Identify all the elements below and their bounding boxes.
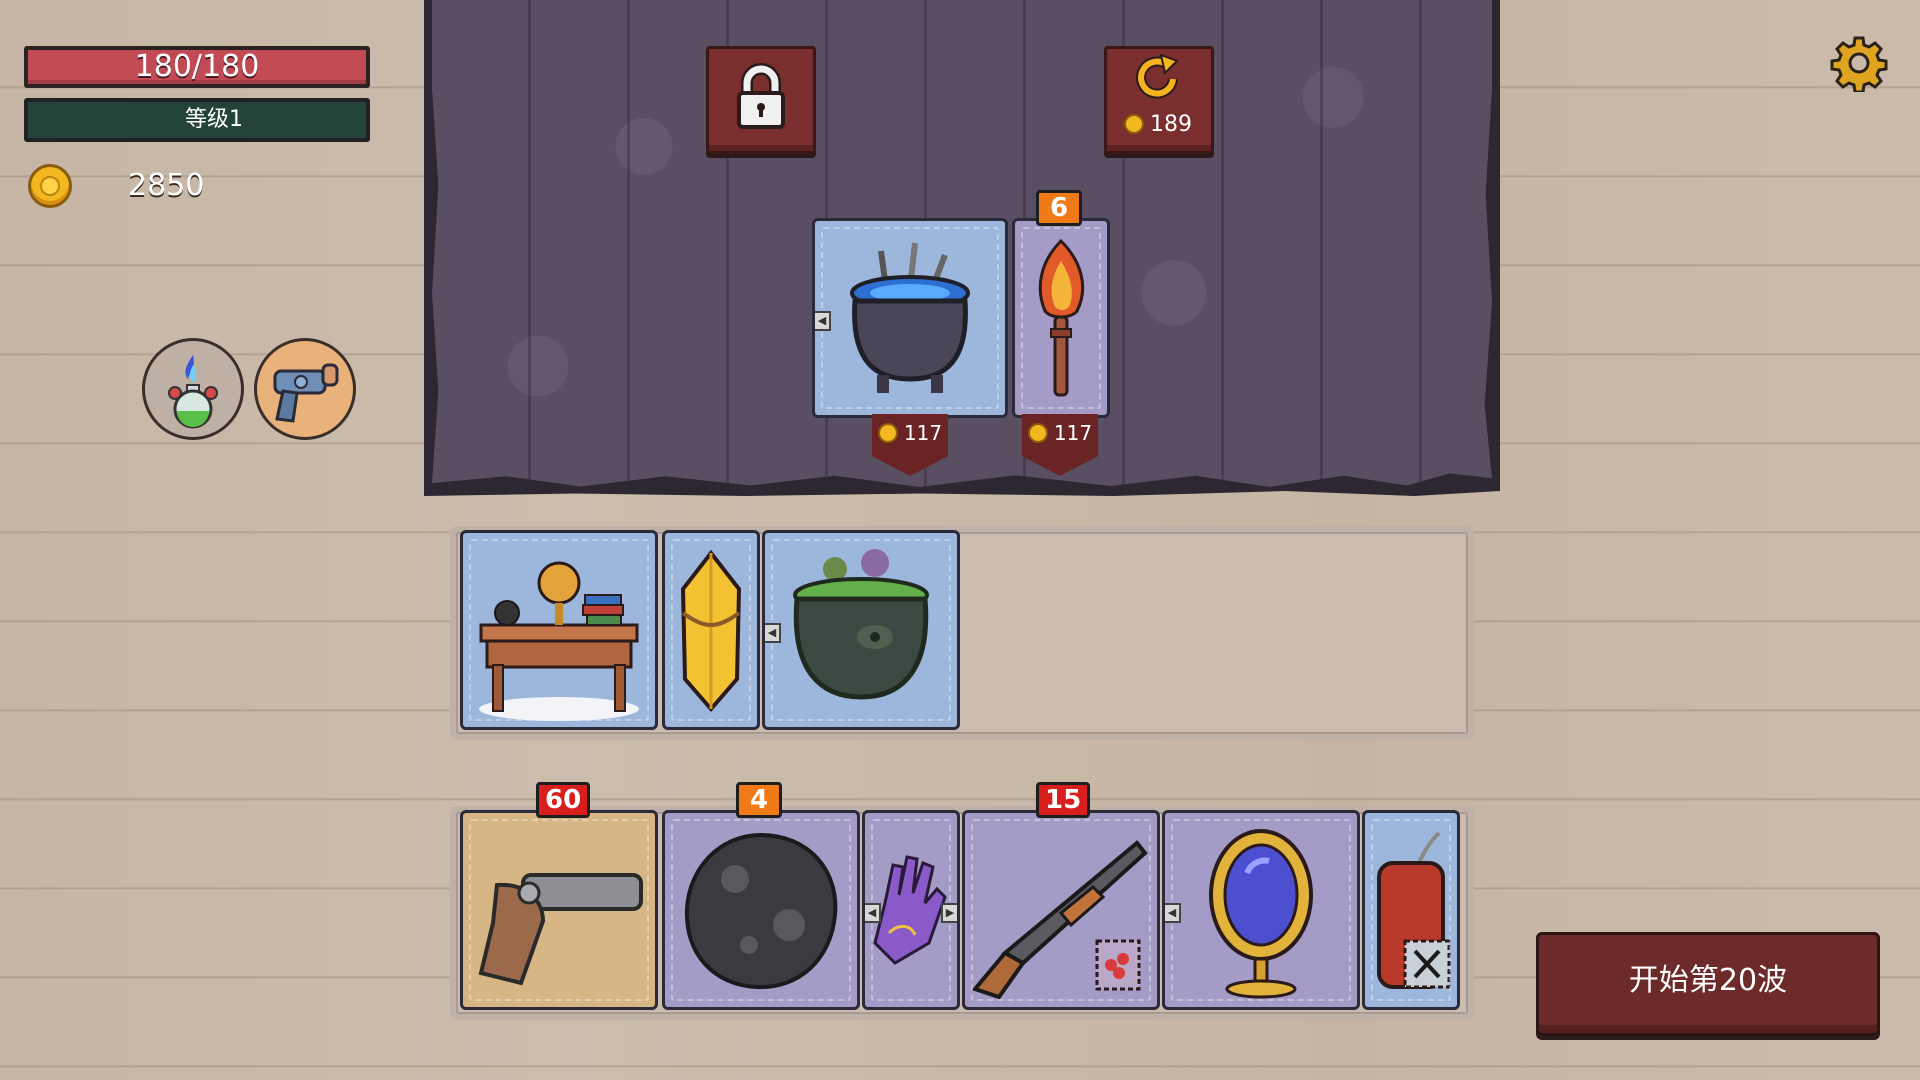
shop-item-phoenix-torch[interactable] bbox=[1012, 218, 1110, 418]
arrow-left-icon: ◀ bbox=[815, 311, 831, 331]
settings-gear-icon[interactable] bbox=[1830, 34, 1888, 94]
arrow-left-icon: ◀ bbox=[765, 623, 781, 643]
price-value: 117 bbox=[903, 421, 943, 445]
hand-item-dynamite[interactable] bbox=[1362, 810, 1460, 1010]
hand-item-meteor-rock[interactable] bbox=[662, 810, 860, 1010]
reroll-button[interactable] bbox=[1104, 46, 1214, 154]
hand-item-shotgun[interactable] bbox=[962, 810, 1160, 1010]
shop-item-weapon-cauldron[interactable]: ◀ bbox=[812, 218, 1008, 418]
arrow-left-icon: ◀ bbox=[1165, 903, 1181, 923]
start-wave-button[interactable]: 开始第20波 bbox=[1536, 932, 1880, 1036]
blue-flame-potion-icon[interactable] bbox=[142, 338, 244, 440]
reroll-cost-value: 189 bbox=[1150, 112, 1192, 137]
coin-icon bbox=[877, 423, 898, 443]
shop-item-count-badge: 6 bbox=[1036, 190, 1082, 226]
level-bar: 等级1 bbox=[24, 98, 370, 142]
coin-icon bbox=[1027, 423, 1048, 443]
lock-shop-button[interactable] bbox=[706, 46, 816, 154]
reroll-icon bbox=[1136, 53, 1179, 99]
reroll-cost: 189 bbox=[1124, 112, 1192, 137]
level-text: 等级1 bbox=[185, 107, 243, 132]
hp-bar: 180/180 bbox=[24, 46, 370, 88]
arrow-right-icon: ▶ bbox=[941, 903, 957, 923]
hp-text: 180/180 bbox=[134, 49, 260, 84]
gold-amount: 2850 bbox=[128, 168, 205, 203]
arrow-left-icon: ◀ bbox=[865, 903, 881, 923]
stash-item-gold-crystal[interactable] bbox=[662, 530, 760, 730]
gold-coin-icon bbox=[28, 164, 72, 208]
stash-item-alchemy-table[interactable] bbox=[460, 530, 658, 730]
hand-item-count-badge: 60 bbox=[536, 782, 591, 818]
hand-item-count-badge: 15 bbox=[1036, 782, 1091, 818]
hand-item-count-badge: 4 bbox=[736, 782, 782, 818]
cork-pistol-icon[interactable] bbox=[254, 338, 356, 440]
stash-item-green-cauldron[interactable]: ◀ bbox=[762, 530, 960, 730]
hand-item-purple-glove[interactable]: ◀ ▶ bbox=[862, 810, 960, 1010]
hand-item-flintlock-pistol[interactable] bbox=[460, 810, 658, 1010]
price-value: 117 bbox=[1053, 421, 1093, 445]
hand-item-golden-mirror[interactable]: ◀ bbox=[1162, 810, 1360, 1010]
coin-icon bbox=[1124, 114, 1144, 134]
lock-icon bbox=[737, 63, 785, 129]
